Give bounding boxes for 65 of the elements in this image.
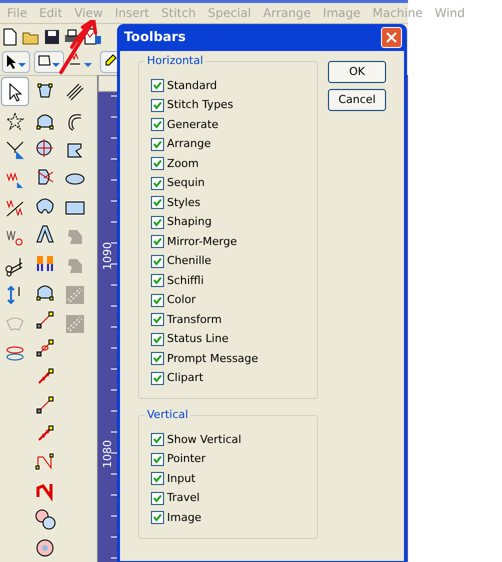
checkbox-label: Image bbox=[167, 510, 202, 526]
checkbox-label: Zoom bbox=[167, 156, 199, 172]
pointer-caret-icon bbox=[4, 53, 28, 71]
checkbox[interactable] bbox=[151, 138, 164, 151]
letter-shape-icon[interactable] bbox=[34, 222, 56, 245]
checkbox[interactable] bbox=[151, 511, 164, 524]
checkbox-label: Transform bbox=[167, 312, 222, 328]
line-nodes-icon[interactable] bbox=[34, 308, 56, 331]
close-button[interactable] bbox=[381, 27, 402, 48]
checkbox-label: Stitch Types bbox=[167, 97, 234, 113]
line-nodes-icon[interactable] bbox=[34, 394, 56, 416]
checkbox[interactable] bbox=[151, 157, 164, 170]
checkbox[interactable] bbox=[151, 294, 164, 307]
checkbox-label: Chenille bbox=[167, 253, 212, 269]
checkbox-label: Travel bbox=[167, 490, 200, 506]
checkbox-label: Color bbox=[167, 292, 196, 308]
checkbox[interactable] bbox=[151, 274, 164, 288]
checkbox[interactable] bbox=[151, 433, 164, 446]
checkbox-label: Styles bbox=[167, 194, 200, 210]
checkbox-label: Arrange bbox=[167, 136, 211, 152]
checkbox[interactable] bbox=[151, 118, 164, 132]
dialog-button[interactable]: OK bbox=[328, 61, 386, 83]
checkbox[interactable] bbox=[151, 313, 164, 326]
ruler-corner bbox=[98, 75, 118, 92]
checkbox[interactable] bbox=[151, 452, 164, 466]
checkbox[interactable] bbox=[151, 254, 164, 268]
checkbox-label: Mirror-Merge bbox=[167, 234, 238, 250]
circle-icon[interactable] bbox=[34, 536, 56, 559]
checkbox[interactable] bbox=[151, 176, 164, 190]
new-document-icon[interactable] bbox=[2, 28, 18, 46]
checkbox[interactable] bbox=[151, 196, 164, 210]
diagonal-lines-icon[interactable] bbox=[64, 80, 86, 102]
checkbox-label: Prompt Message bbox=[167, 350, 258, 366]
checkbox-label: Generate bbox=[167, 116, 218, 132]
printer-icon[interactable] bbox=[64, 28, 80, 44]
checkbox[interactable] bbox=[151, 216, 164, 229]
checkbox-label: Standard bbox=[167, 78, 218, 94]
stitch-file-icon[interactable] bbox=[84, 28, 102, 46]
close-icon bbox=[386, 32, 397, 43]
dialog-title: Toolbars bbox=[124, 28, 186, 47]
checkbox[interactable] bbox=[151, 98, 164, 112]
checkbox[interactable] bbox=[151, 79, 164, 92]
checkbox-label: Show Vertical bbox=[167, 432, 242, 448]
line-nodes-icon[interactable] bbox=[34, 337, 56, 360]
checkbox[interactable] bbox=[151, 235, 164, 248]
crosshair-circle-icon[interactable] bbox=[34, 137, 56, 160]
dialog-button[interactable]: Cancel bbox=[328, 89, 386, 111]
shape-dropdown-button[interactable] bbox=[34, 51, 64, 73]
checkbox-label: Status Line bbox=[167, 331, 228, 347]
node-pointer-icon[interactable] bbox=[4, 138, 26, 160]
ruler-label: 1090 bbox=[100, 242, 115, 270]
checkbox-label: Schiffli bbox=[167, 272, 204, 288]
checkbox-label: Clipart bbox=[167, 370, 204, 386]
ruler-label: 1080 bbox=[100, 440, 115, 468]
circles-icon[interactable] bbox=[34, 508, 56, 530]
pointer-dropdown-button[interactable] bbox=[2, 51, 30, 73]
checkbox-label: Sequin bbox=[167, 175, 205, 191]
checkbox-label: Input bbox=[167, 470, 196, 486]
checkbox[interactable] bbox=[151, 472, 164, 486]
checkbox[interactable] bbox=[151, 372, 164, 385]
checkbox[interactable] bbox=[151, 352, 164, 366]
checkbox-label: Shaping bbox=[167, 214, 212, 230]
checkbox[interactable] bbox=[151, 492, 164, 505]
checkbox-label: Pointer bbox=[167, 451, 206, 467]
checkbox[interactable] bbox=[151, 332, 164, 346]
